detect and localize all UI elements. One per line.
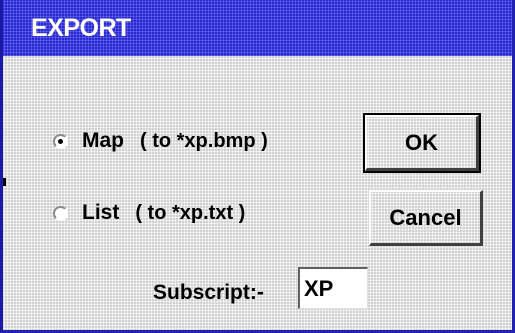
subscript-label: Subscript:- xyxy=(153,281,264,304)
radio-hint-list: ( to *xp.txt ) xyxy=(135,201,246,224)
radio-option-list[interactable]: List ( to *xp.txt ) xyxy=(53,196,245,230)
title-bar[interactable]: EXPORT xyxy=(3,0,512,56)
radio-option-map[interactable]: Map ( to *xp.bmp ) xyxy=(53,124,268,158)
export-dialog: EXPORT Map ( to *xp.bmp ) List ( to *xp.… xyxy=(0,0,515,333)
dialog-title: EXPORT xyxy=(31,14,131,42)
radio-label-map[interactable]: Map xyxy=(82,129,124,153)
edge-mark xyxy=(3,178,6,186)
radio-hint-map: ( to *xp.bmp ) xyxy=(140,129,268,152)
subscript-input[interactable] xyxy=(298,267,368,309)
cancel-button[interactable]: Cancel xyxy=(369,190,483,246)
radio-button-map[interactable] xyxy=(53,133,68,149)
ok-button[interactable]: OK xyxy=(363,113,481,173)
radio-button-list[interactable] xyxy=(53,205,68,221)
radio-label-list[interactable]: List xyxy=(82,201,119,225)
